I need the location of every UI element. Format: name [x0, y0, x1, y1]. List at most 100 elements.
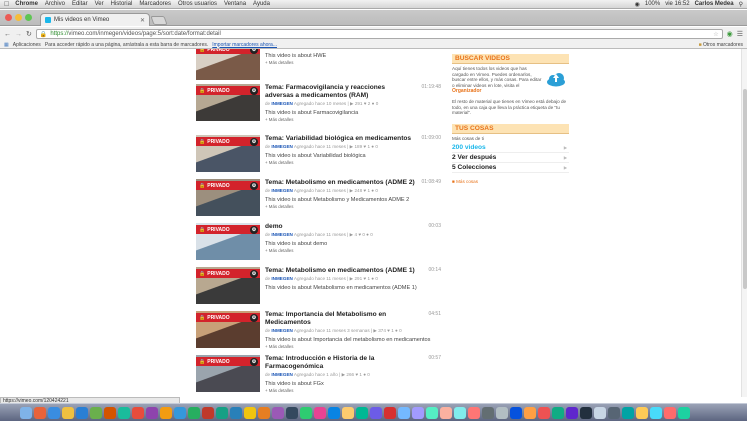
- dock-app-icon[interactable]: [118, 406, 130, 419]
- tab-vimeo[interactable]: Mis videos en Vimeo ✕: [40, 13, 150, 26]
- dock-app-icon[interactable]: [398, 406, 410, 419]
- dock-app-icon[interactable]: [342, 406, 354, 419]
- new-tab-button[interactable]: [150, 16, 168, 25]
- tus-cosas-row[interactable]: 200 videos ▶: [452, 143, 569, 154]
- gear-icon[interactable]: ⚙: [250, 225, 258, 234]
- dock-app-icon[interactable]: [510, 406, 522, 419]
- dock-app-icon[interactable]: [608, 406, 620, 419]
- dock-app-icon[interactable]: [622, 406, 634, 419]
- video-thumbnail[interactable]: 🔒 PRIVADO ⚙: [196, 84, 260, 121]
- page-scrollbar[interactable]: [741, 49, 747, 397]
- dock-app-icon[interactable]: [650, 406, 662, 419]
- zoom-window-button[interactable]: [25, 14, 32, 21]
- video-thumbnail[interactable]: 🔒 PRIVADO ⚙: [196, 355, 260, 392]
- dock-app-icon[interactable]: [328, 406, 340, 419]
- menu-ver[interactable]: Ver: [95, 1, 104, 7]
- dock-app-icon[interactable]: [20, 406, 32, 419]
- forward-icon[interactable]: →: [15, 31, 22, 38]
- dock-app-icon[interactable]: [678, 406, 690, 419]
- dock-app-icon[interactable]: [384, 406, 396, 419]
- gear-icon[interactable]: ⚙: [250, 86, 258, 95]
- menu-marcadores[interactable]: Marcadores: [139, 1, 171, 7]
- dock-app-icon[interactable]: [314, 406, 326, 419]
- dock-app-icon[interactable]: [566, 406, 578, 419]
- video-owner[interactable]: INMEGEN: [271, 232, 292, 237]
- more-details-link[interactable]: + Más detalles: [265, 60, 441, 65]
- extension-icon[interactable]: ◉: [727, 30, 733, 38]
- apps-icon[interactable]: ▦: [4, 42, 9, 48]
- video-owner[interactable]: INMEGEN: [271, 328, 292, 333]
- video-owner[interactable]: INMEGEN: [271, 372, 292, 377]
- apps-link[interactable]: Aplicaciones: [13, 42, 41, 48]
- dock-app-icon[interactable]: [258, 406, 270, 419]
- dock-app-icon[interactable]: [62, 406, 74, 419]
- dock-app-icon[interactable]: [552, 406, 564, 419]
- other-bookmarks[interactable]: ■ Otros marcadores: [699, 42, 743, 48]
- dock-app-icon[interactable]: [286, 406, 298, 419]
- dock-app-icon[interactable]: [370, 406, 382, 419]
- dock-app-icon[interactable]: [496, 406, 508, 419]
- menu-historial[interactable]: Historial: [111, 1, 133, 7]
- dock-app-icon[interactable]: [482, 406, 494, 419]
- dock-app-icon[interactable]: [300, 406, 312, 419]
- menu-ayuda[interactable]: Ayuda: [253, 1, 270, 7]
- video-title[interactable]: demo: [265, 223, 415, 231]
- dock-app-icon[interactable]: [664, 406, 676, 419]
- video-title[interactable]: Tema: Introducción e Historia de la Farm…: [265, 355, 415, 371]
- more-details-link[interactable]: + Más detalles: [265, 160, 441, 165]
- dock-app-icon[interactable]: [202, 406, 214, 419]
- dock-app-icon[interactable]: [594, 406, 606, 419]
- dock-app-icon[interactable]: [272, 406, 284, 419]
- dock-app-icon[interactable]: [454, 406, 466, 419]
- dock-app-icon[interactable]: [188, 406, 200, 419]
- menu-editar[interactable]: Editar: [72, 1, 88, 7]
- dock-app-icon[interactable]: [230, 406, 242, 419]
- gear-icon[interactable]: ⚙: [250, 49, 258, 54]
- close-window-button[interactable]: [5, 14, 12, 21]
- menu-chrome[interactable]: Chrome: [15, 1, 38, 7]
- video-title[interactable]: Tema: Farmacovigilancia y reacciones adv…: [265, 84, 415, 100]
- more-details-link[interactable]: + Más detalles: [265, 204, 441, 209]
- upload-cloud-icon[interactable]: [545, 71, 567, 87]
- dock-app-icon[interactable]: [524, 406, 536, 419]
- dock-app-icon[interactable]: [244, 406, 256, 419]
- video-thumbnail[interactable]: 🔒 PRIVADO ⚙: [196, 49, 260, 80]
- dock-app-icon[interactable]: [132, 406, 144, 419]
- video-title[interactable]: Tema: Importancia del Metabolismo en Med…: [265, 311, 415, 327]
- video-owner[interactable]: INMEGEN: [271, 188, 292, 193]
- menu-ventana[interactable]: Ventana: [224, 1, 246, 7]
- dock-app-icon[interactable]: [468, 406, 480, 419]
- dock-app-icon[interactable]: [160, 406, 172, 419]
- import-bookmarks-link[interactable]: Importar marcadores ahora...: [212, 42, 277, 48]
- more-details-link[interactable]: + Más detalles: [265, 248, 441, 253]
- scrollbar-thumb[interactable]: [743, 89, 747, 289]
- more-details-link[interactable]: + Más detalles: [265, 344, 441, 349]
- dock-app-icon[interactable]: [34, 406, 46, 419]
- dock-app-icon[interactable]: [90, 406, 102, 419]
- video-title[interactable]: Tema: Metabolismo en medicamentos (ADME …: [265, 267, 415, 275]
- dock-app-icon[interactable]: [48, 406, 60, 419]
- video-title[interactable]: Tema: Metabolismo en medicamentos (ADME …: [265, 179, 415, 187]
- user-name[interactable]: Carlos Medea: [695, 1, 734, 7]
- tus-cosas-row[interactable]: 5 Colecciones ▶: [452, 163, 569, 174]
- more-details-link[interactable]: + Más detalles: [265, 388, 441, 393]
- wifi-icon[interactable]: ◉: [635, 1, 640, 8]
- organizador-link[interactable]: Organizador: [452, 88, 481, 95]
- spotlight-icon[interactable]: ⚲: [739, 1, 743, 8]
- back-icon[interactable]: ←: [4, 31, 11, 38]
- video-thumbnail[interactable]: 🔒 PRIVADO ⚙: [196, 267, 260, 304]
- close-tab-icon[interactable]: ✕: [140, 17, 145, 24]
- gear-icon[interactable]: ⚙: [250, 181, 258, 190]
- dock-app-icon[interactable]: [636, 406, 648, 419]
- address-bar[interactable]: 🔒 https://vimeo.com/inmegen/videos/page:…: [35, 29, 723, 39]
- video-owner[interactable]: INMEGEN: [271, 144, 292, 149]
- dock-app-icon[interactable]: [580, 406, 592, 419]
- dock-app-icon[interactable]: [76, 406, 88, 419]
- mas-cosas-link[interactable]: ■ Más cosas: [452, 179, 569, 184]
- gear-icon[interactable]: ⚙: [250, 357, 258, 366]
- video-thumbnail[interactable]: 🔒 PRIVADO ⚙: [196, 135, 260, 172]
- dock-app-icon[interactable]: [426, 406, 438, 419]
- reload-icon[interactable]: ↻: [26, 30, 32, 38]
- gear-icon[interactable]: ⚙: [250, 137, 258, 146]
- bookmark-star-icon[interactable]: ☆: [713, 31, 718, 38]
